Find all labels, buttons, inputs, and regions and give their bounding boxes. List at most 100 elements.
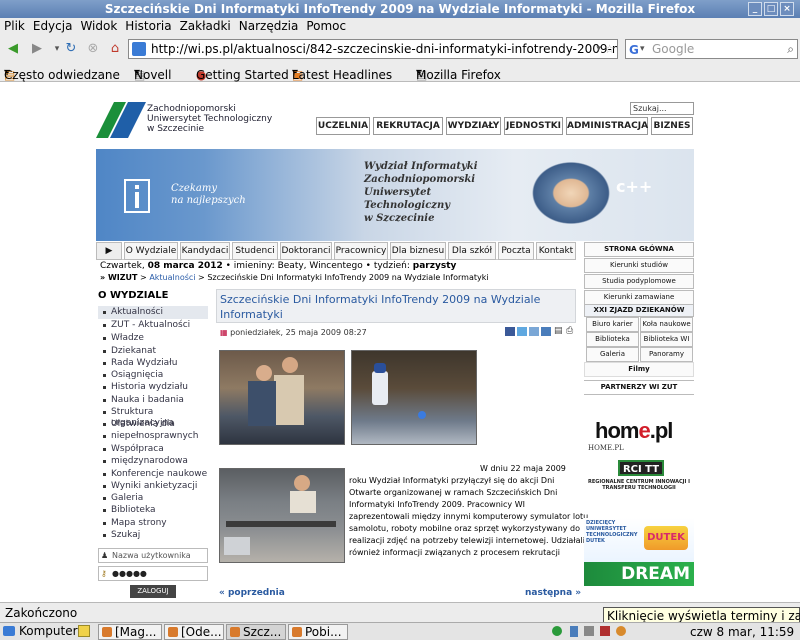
bookmark-mozilla-firefox[interactable]: ▤ Mozilla Firefox ▾ [416,65,501,82]
dutek-banner[interactable]: DZIECIĘCY UNIWERSYTET TECHNOLOGICZNY DUT… [584,518,694,564]
home-pl-logo[interactable]: home.pl [595,418,673,444]
print-icon[interactable]: ⎙ [566,326,573,336]
leftmenu-zut-aktualnosci[interactable]: ZUT - Aktualności [98,320,208,331]
secnav-dla-biznesu[interactable]: Dla biznesu [390,242,446,260]
secnav-pracownicy[interactable]: Pracownicy [334,242,388,260]
menu-pomoc[interactable]: Pomoc [302,18,350,34]
breadcrumb-root[interactable]: » WIZUT [100,273,138,282]
back-arrow-icon[interactable]: ◀ [4,39,22,59]
bluetooth-icon[interactable] [570,626,578,637]
menu-historia[interactable]: Historia [121,18,175,34]
leftmenu-ankiety[interactable]: Wyniki ankietyzacji [98,481,208,492]
task-pobi[interactable]: Pobi... [288,624,348,640]
secnav-poczta[interactable]: Poczta [498,242,534,260]
right-panoramy[interactable]: Panoramy [640,347,693,362]
home-icon[interactable]: ⌂ [106,39,124,59]
right-podyplomowe[interactable]: Studia podyplomowe [584,274,694,289]
bookmark-star-icon[interactable]: ☆ [604,40,615,58]
menu-widok[interactable]: Widok [76,18,121,34]
right-biuro-karier[interactable]: Biuro karier [586,317,639,332]
google-engine-icon[interactable]: G [629,41,639,59]
topnav-uczelnia[interactable]: UCZELNIA [316,117,370,135]
leftmenu-historia[interactable]: Historia wydziału [98,382,208,393]
topnav-rekrutacja[interactable]: REKRUTACJA [373,117,443,135]
menu-plik[interactable]: Plik [0,18,29,34]
article-photo-2[interactable] [351,350,477,445]
twitter-share-icon[interactable] [517,327,527,336]
dream-banner[interactable]: DREAM [584,562,694,586]
reload-icon[interactable]: ↻ [62,39,80,59]
task-ode[interactable]: [Ode... [164,624,224,640]
right-zjazd[interactable]: XXI ZJAZD DZIEKANÓW [584,304,694,317]
breadcrumb-section[interactable]: Aktualności [149,273,195,282]
social-share-icon[interactable] [529,327,539,336]
close-icon[interactable]: × [780,2,794,16]
facebook-share-icon[interactable] [505,327,515,336]
right-kola-naukowe[interactable]: Koła naukowe [640,317,693,332]
prev-article-link[interactable]: « poprzednia [219,588,285,598]
leftmenu-konferencje[interactable]: Konferencje naukowe [98,469,208,480]
engine-dropdown-icon[interactable]: ▾ [640,40,645,58]
secnav-studenci[interactable]: Studenci [232,242,278,260]
computer-menu-button[interactable]: Komputer [3,624,78,640]
url-bar[interactable]: http://wi.ps.pl/aktualnosci/842-szczecin… [128,39,618,59]
right-strona-glowna[interactable]: STRONA GŁÓWNA [584,242,694,257]
leftmenu-ulatwienia[interactable]: Ułatwienia dla [98,419,208,430]
secnav-kandydaci[interactable]: Kandydaci [180,242,230,260]
bookmark-czesto[interactable]: ▤ Często odwiedzane ▾ [4,65,120,82]
site-search-input[interactable]: Szukaj... [630,102,694,115]
login-button[interactable]: ZALOGUJ [130,585,176,598]
secnav-o-wydziale[interactable]: O Wydziale [124,242,178,260]
menu-narzedzia[interactable]: Narzędzia [235,18,303,34]
search-field[interactable]: G ▾ Google ⌕ [625,39,798,59]
leftmenu-wspolpraca-cont[interactable]: międzynarodowa [98,456,208,467]
url-dropdown-icon[interactable]: ▾ [596,40,601,58]
leftmenu-aktualnosci[interactable]: Aktualności [98,307,208,318]
right-kierunki[interactable]: Kierunki studiów [584,258,694,273]
leftmenu-galeria[interactable]: Galeria [98,493,208,504]
topnav-administracja[interactable]: ADMINISTRACJA [566,117,648,135]
leftmenu-ulatwienia-cont[interactable]: niepełnosprawnych [98,431,208,442]
notes-icon[interactable] [78,625,90,637]
menu-edycja[interactable]: Edycja [29,18,77,34]
leftmenu-osiagniecia[interactable]: Osiągnięcia [98,370,208,381]
leftmenu-biblioteka[interactable]: Biblioteka [98,505,208,516]
password-input[interactable]: ⚷ ●●●●● [98,566,208,581]
update-icon[interactable] [600,626,610,636]
topnav-wydzialy[interactable]: WYDZIAŁY [446,117,501,135]
search-icon[interactable]: ⌕ [787,40,794,58]
leftmenu-wladze[interactable]: Władze [98,333,208,344]
right-galeria[interactable]: Galeria [586,347,639,362]
tray-icon[interactable] [552,626,562,636]
topnav-jednostki[interactable]: JEDNOSTKI [504,117,563,135]
forward-arrow-icon[interactable]: ▶ [28,39,46,59]
menu-zakladki[interactable]: Zakładki [176,18,235,34]
minimize-icon[interactable]: _ [748,2,762,16]
stop-icon[interactable]: ⊗ [84,39,102,59]
leftmenu-rada[interactable]: Rada Wydziału [98,358,208,369]
firefox-tray-icon[interactable] [616,626,626,636]
leftmenu-szukaj[interactable]: Szukaj [98,530,208,541]
secnav-doktoranci[interactable]: Doktoranci [280,242,332,260]
next-article-link[interactable]: następna » [525,588,581,598]
article-photo-1[interactable] [219,350,345,445]
leftmenu-wspolpraca[interactable]: Współpraca [98,444,208,455]
leftmenu-mapa[interactable]: Mapa strony [98,518,208,529]
secnav-dla-szkol[interactable]: Dla szkół [448,242,496,260]
secnav-kontakt[interactable]: Kontakt [536,242,576,260]
article-title[interactable]: Szczecińskie Dni Informatyki InfoTrendy … [217,290,575,324]
maximize-icon[interactable]: □ [764,2,778,16]
right-biblioteka-zut[interactable]: Biblioteka ZUT [586,332,639,356]
right-biblioteka-wi[interactable]: Biblioteka WI [640,332,693,347]
topnav-biznes[interactable]: BIZNES [651,117,693,135]
zut-logo-icon[interactable] [96,100,148,140]
bookmark-latest-headlines[interactable]: ▣ Latest Headlines ▾ [292,65,392,82]
task-szcz[interactable]: Szcz... [226,624,286,640]
task-mag[interactable]: [Mag... [98,624,162,640]
leftmenu-nauka[interactable]: Nauka i badania [98,395,208,406]
article-photo-3[interactable] [219,468,345,563]
rcitt-logo[interactable]: RCI TT [618,460,664,476]
username-input[interactable]: ♟ Nazwa użytkownika [98,548,208,563]
right-zamawiane[interactable]: Kierunki zamawiane [584,290,694,305]
bookmark-novell[interactable]: ▤ Novell ▾ [134,65,171,82]
